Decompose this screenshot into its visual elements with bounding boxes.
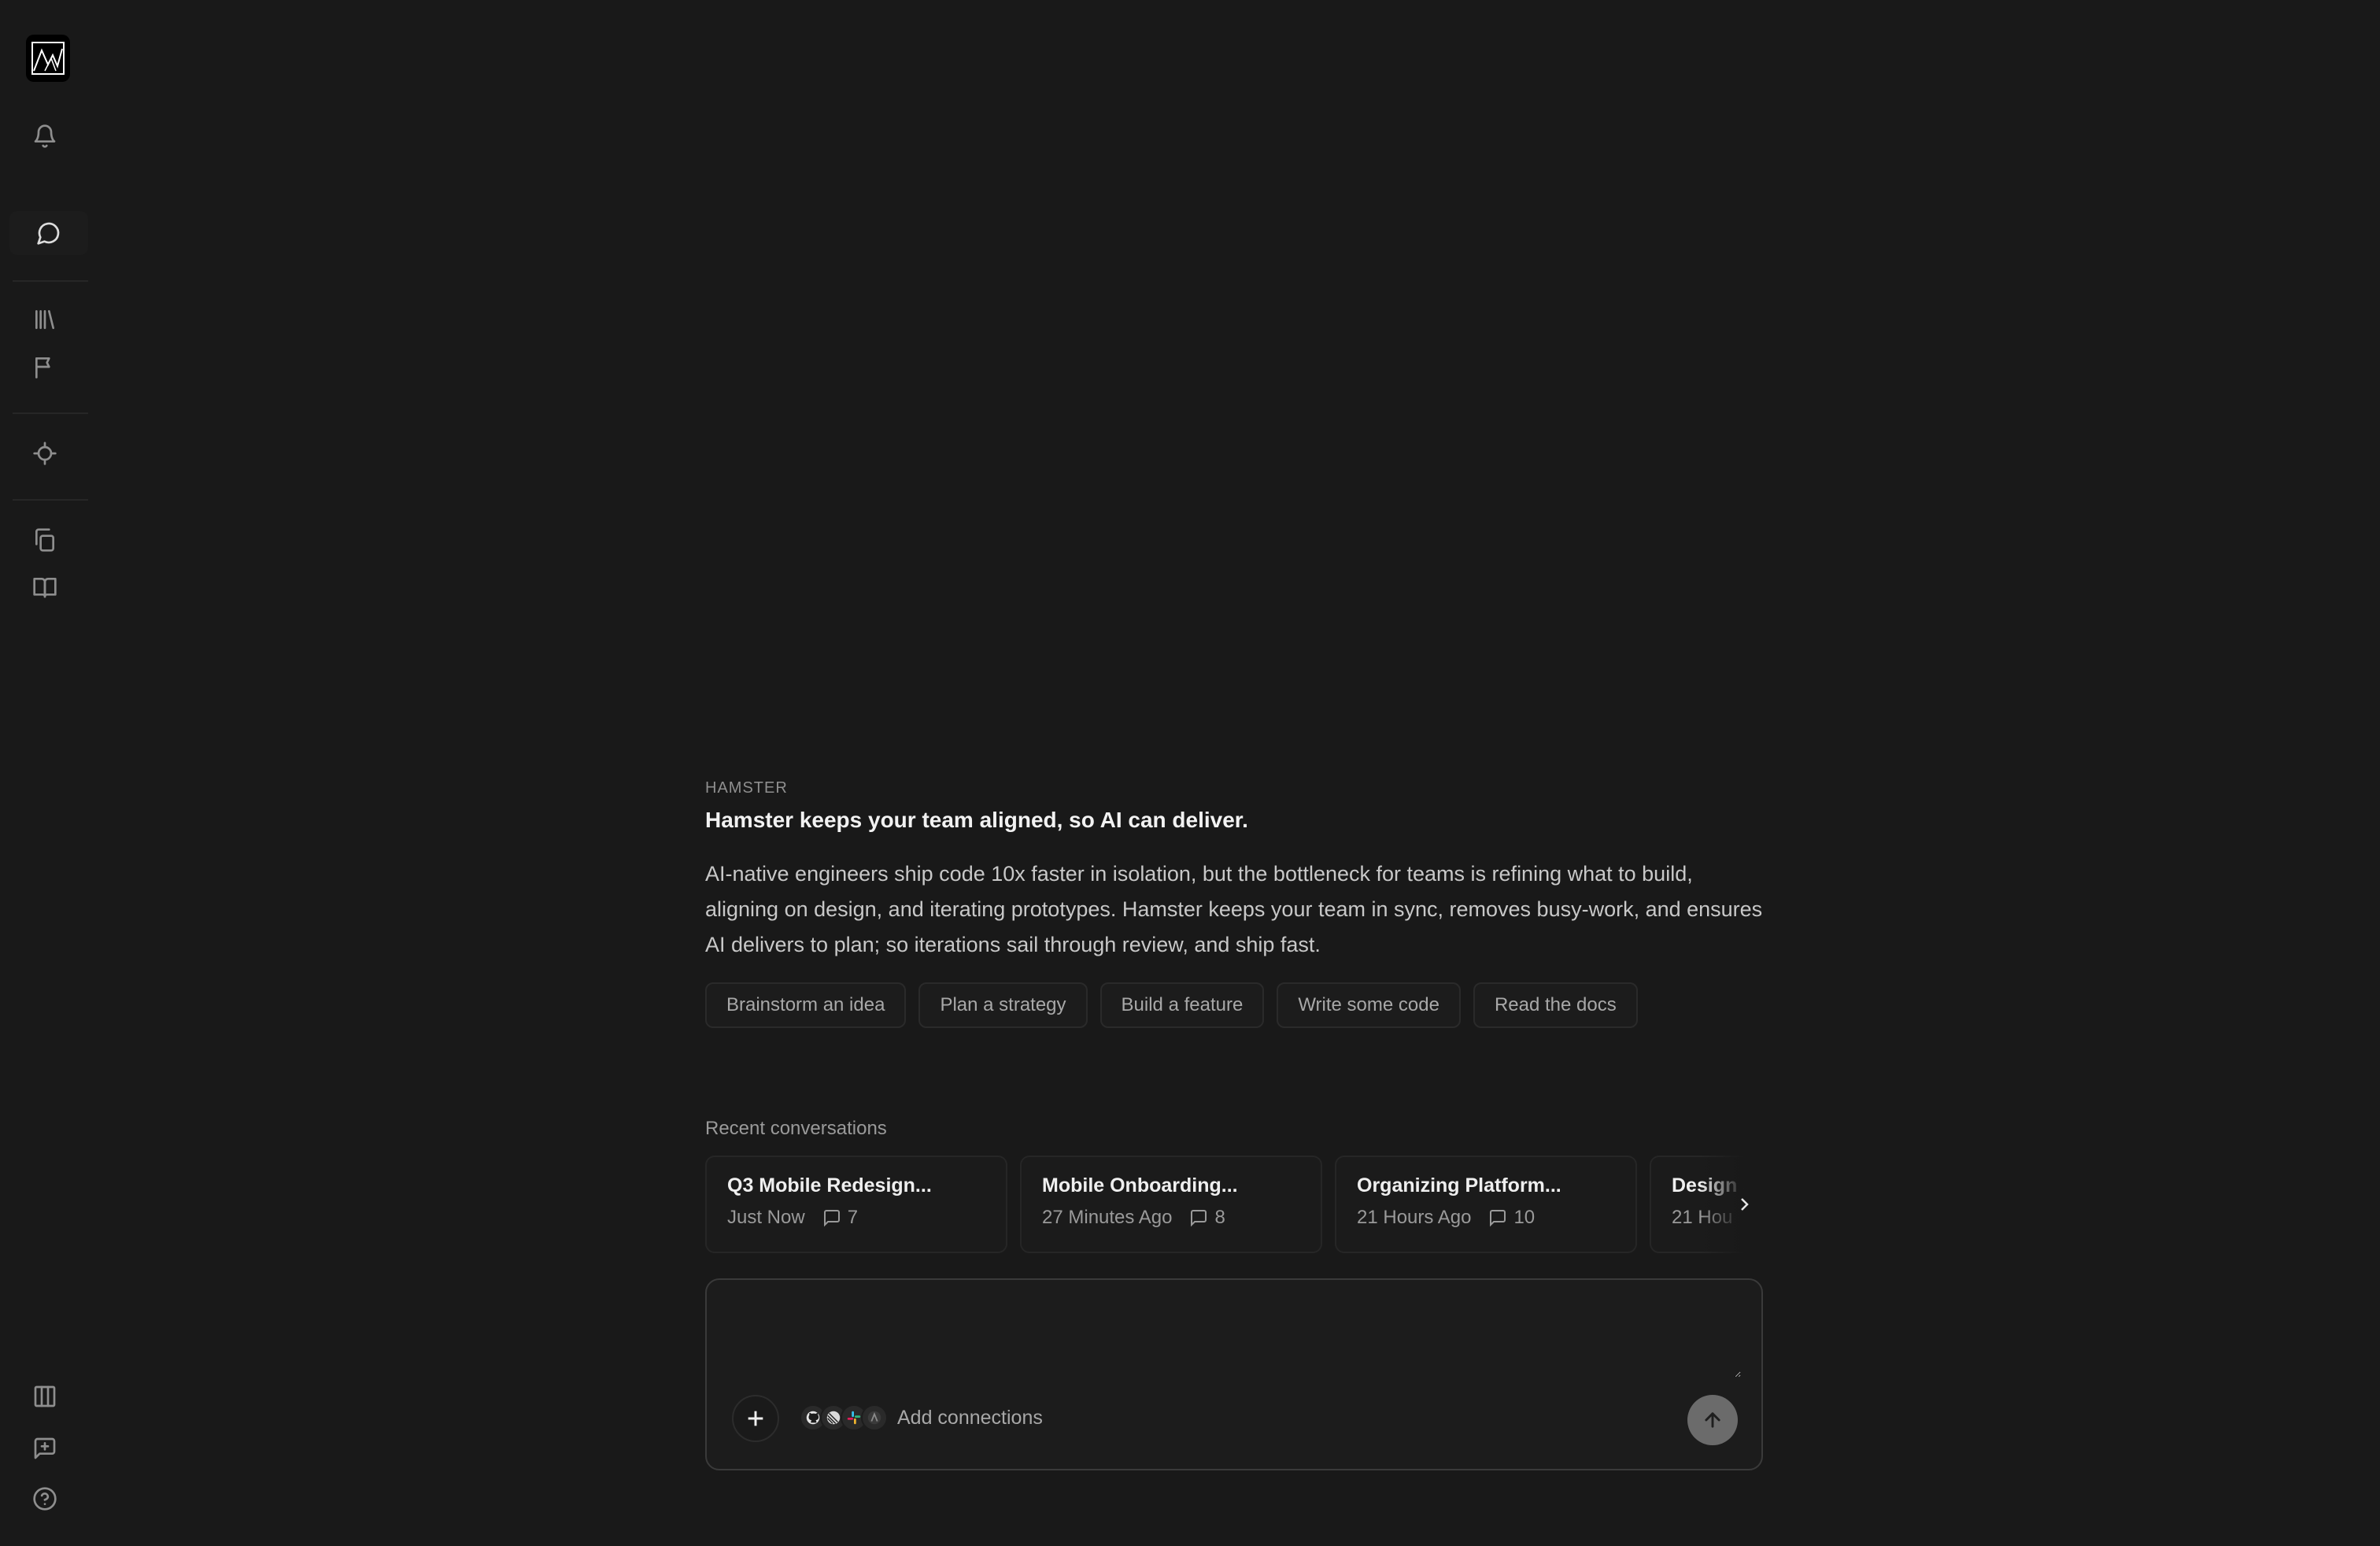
- copy-nav-button[interactable]: [0, 518, 90, 562]
- conversation-card[interactable]: Q3 Mobile Redesign... Just Now 7: [705, 1156, 1007, 1253]
- sidebar-divider: [13, 280, 88, 282]
- conversation-title: Q3 Mobile Redesign...: [727, 1174, 932, 1196]
- chip-write-code[interactable]: Write some code: [1277, 982, 1461, 1028]
- conversation-time: 27 Minutes Ago: [1042, 1207, 1173, 1228]
- target-nav-button[interactable]: [0, 431, 90, 475]
- conversation-title: Mobile Onboarding...: [1042, 1174, 1238, 1196]
- recent-conversations-label: Recent conversations: [705, 1118, 887, 1139]
- page-headline: Hamster keeps your team aligned, so AI c…: [705, 808, 1248, 832]
- add-connections-label: Add connections: [897, 1406, 1043, 1429]
- flag-icon: [35, 357, 50, 379]
- conversation-card[interactable]: Mobile Onboarding... 27 Minutes Ago 8: [1020, 1156, 1322, 1253]
- help-button[interactable]: [0, 1477, 90, 1521]
- conversation-comment-count: 10: [1513, 1207, 1536, 1228]
- docs-nav-button[interactable]: [0, 565, 90, 609]
- book-icon: [33, 578, 57, 598]
- hamster-logo[interactable]: [26, 35, 70, 82]
- sidebar-divider: [13, 412, 88, 414]
- suggestion-chips: Brainstorm an idea Plan a strategy Build…: [705, 982, 1638, 1028]
- chat-icon: [37, 222, 60, 245]
- add-attachment-button[interactable]: [732, 1395, 779, 1442]
- conversation-card[interactable]: Organizing Platform... 21 Hours Ago 10: [1335, 1156, 1637, 1253]
- chip-read-docs[interactable]: Read the docs: [1473, 982, 1638, 1028]
- recent-conversations-carousel: Q3 Mobile Redesign... Just Now 7 Mobile …: [705, 1156, 1763, 1253]
- comment-icon: [1490, 1210, 1506, 1227]
- plus-icon: [748, 1411, 763, 1426]
- columns-icon: [34, 1385, 56, 1407]
- library-nav-button[interactable]: [0, 298, 90, 342]
- library-icon: [35, 310, 54, 329]
- chip-brainstorm[interactable]: Brainstorm an idea: [705, 982, 907, 1028]
- conversation-comment-count: 7: [847, 1207, 859, 1228]
- sidebar-divider: [13, 499, 88, 501]
- help-icon: [33, 1487, 57, 1511]
- chat-nav-button[interactable]: [9, 211, 88, 255]
- comment-icon: [1191, 1210, 1207, 1227]
- message-plus-icon: [34, 1437, 56, 1459]
- arrow-up-icon: [1705, 1412, 1720, 1428]
- chip-build-feature[interactable]: Build a feature: [1099, 982, 1265, 1028]
- chevron-right-icon: [1741, 1198, 1749, 1211]
- copy-icon: [35, 528, 54, 552]
- message-composer: Add connections: [705, 1278, 1763, 1470]
- target-icon: [33, 442, 57, 465]
- conversation-time: 21 Hours Ago: [1357, 1207, 1472, 1228]
- feedback-button[interactable]: [0, 1426, 90, 1470]
- sidebar: [0, 0, 90, 1546]
- flag-nav-button[interactable]: [0, 345, 90, 389]
- send-button[interactable]: [1687, 1395, 1738, 1445]
- figma-icon: [861, 1404, 888, 1431]
- conversation-title: Organizing Platform...: [1357, 1174, 1561, 1196]
- comment-icon: [823, 1210, 840, 1227]
- brand-eyebrow: HAMSTER: [705, 779, 788, 797]
- notifications-button[interactable]: [0, 114, 90, 158]
- add-connections-button[interactable]: Add connections: [800, 1404, 1043, 1431]
- carousel-next-button[interactable]: [1728, 1189, 1760, 1220]
- intro-description: AI-native engineers ship code 10x faster…: [705, 862, 1763, 956]
- conversation-comment-count: 8: [1214, 1207, 1225, 1228]
- message-input[interactable]: [730, 1296, 1741, 1378]
- logo-mark-icon: [31, 42, 65, 75]
- layout-toggle-button[interactable]: [0, 1374, 90, 1418]
- bell-icon: [34, 124, 56, 148]
- chip-plan-strategy[interactable]: Plan a strategy: [918, 982, 1088, 1028]
- conversation-time: Just Now: [727, 1207, 805, 1228]
